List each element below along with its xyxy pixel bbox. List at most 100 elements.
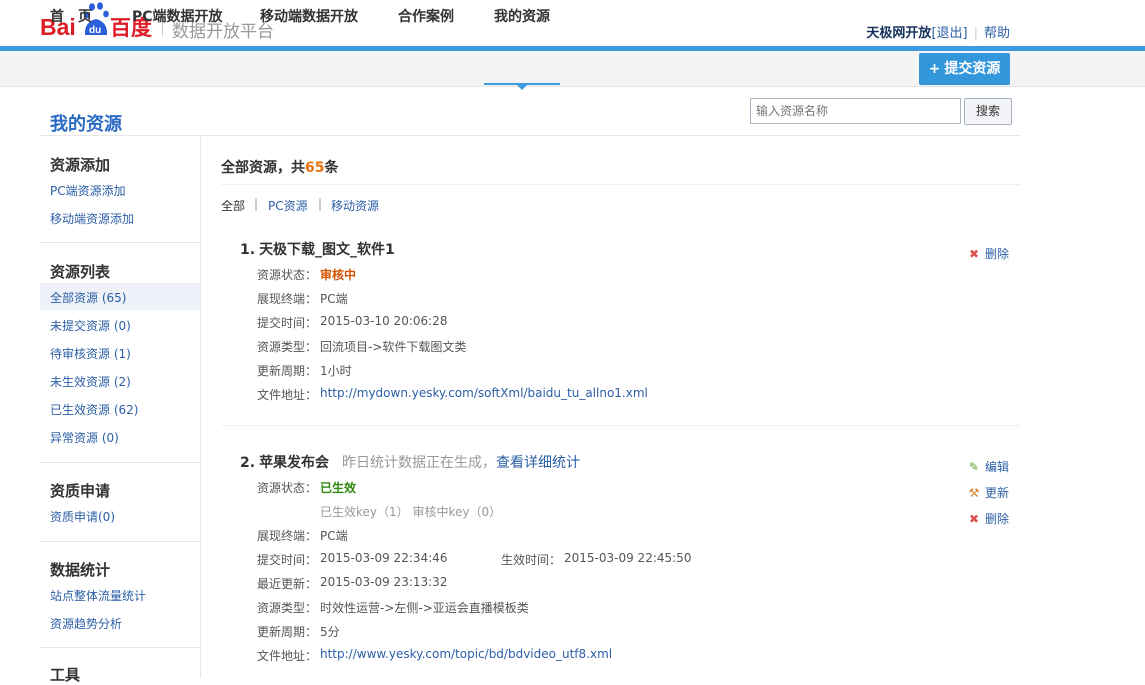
update-label: 更新 (985, 486, 1010, 500)
status-label: 资源状态： (257, 268, 318, 282)
help-link[interactable]: 帮助 (984, 26, 1010, 41)
page-header-divider (40, 135, 1020, 136)
file-url-label: 文件地址： (257, 649, 318, 663)
status-badge: 已生效 (320, 481, 357, 495)
resource-total: 全部资源，共65条 (221, 157, 338, 177)
sidebar-heading-tools: 工具 (50, 666, 81, 684)
stats-generating-note: 昨日统计数据正在生成，查看详细统计 (342, 452, 580, 472)
sidebar-item-abnormal[interactable]: 异常资源 (0) (50, 429, 119, 446)
resource-type-value: 时效性运营->左侧->亚运会直播模板类 (320, 601, 529, 615)
submit-time-label: 提交时间： (257, 316, 318, 330)
resource-name[interactable]: 天极下载_图文_软件1 (259, 242, 395, 258)
nav-mobile-data[interactable]: 移动端数据开放 (260, 0, 358, 35)
delete-button[interactable]: ✖ 删除 (967, 245, 1009, 262)
key-counts: 已生效key（1） 审核中key（0） (320, 505, 502, 519)
sidebar-heading-qualification: 资质申请 (50, 482, 111, 500)
nav-pc-data[interactable]: PC端数据开放 (132, 0, 223, 35)
filter-mobile[interactable]: 移动资源 (331, 197, 379, 214)
sidebar-heading-add: 资源添加 (50, 156, 111, 174)
resource-title: 1. 天极下载_图文_软件1 (240, 239, 395, 259)
total-suffix: 条 (324, 160, 339, 176)
update-cycle-label: 更新周期： (257, 364, 318, 378)
edit-label: 编辑 (985, 460, 1010, 474)
delete-button[interactable]: ✖ 删除 (967, 510, 1009, 527)
edit-icon: ✎ (968, 460, 980, 474)
last-update-label: 最近更新： (257, 577, 318, 591)
resource-type-label: 资源类型： (257, 601, 318, 615)
update-icon: ⚒ (968, 486, 980, 500)
effective-time-value: 2015-03-09 22:45:50 (564, 551, 692, 565)
sidebar-item-effective[interactable]: 已生效资源 (62) (50, 401, 138, 418)
delete-icon: ✖ (968, 512, 980, 526)
user-bar-separator: | (973, 26, 978, 41)
view-stats-link[interactable]: 查看详细统计 (496, 455, 580, 471)
filter-separator: | (254, 197, 259, 211)
search-button[interactable]: 搜索 (964, 98, 1012, 125)
logout-link[interactable]: [退出] (931, 26, 967, 41)
sidebar-item-pending[interactable]: 待审核资源 (1) (50, 345, 131, 362)
terminal-label: 展现终端： (257, 292, 318, 306)
sidebar-divider (40, 462, 200, 463)
sidebar-divider (40, 647, 200, 648)
effective-time-label: 生效时间： (501, 553, 562, 567)
resource-title: 2. 苹果发布会 (240, 452, 329, 472)
filter-pc[interactable]: PC资源 (268, 197, 308, 214)
delete-label: 删除 (985, 247, 1010, 261)
sidebar-item-not-effective[interactable]: 未生效资源 (2) (50, 373, 131, 390)
filter-separator: | (318, 197, 323, 211)
edit-button[interactable]: ✎ 编辑 (967, 458, 1009, 475)
sidebar-item-all[interactable]: 全部资源 (65) (50, 289, 126, 306)
terminal-value: PC端 (320, 529, 348, 543)
nav-my-resources[interactable]: 我的资源 (494, 0, 550, 35)
status-label: 资源状态： (257, 481, 318, 495)
sidebar-item-site-traffic[interactable]: 站点整体流量统计 (50, 587, 146, 604)
main-divider (221, 184, 1020, 185)
plus-icon: + (928, 61, 941, 77)
submit-time-label: 提交时间： (257, 553, 318, 567)
update-cycle-value: 5分 (320, 625, 340, 639)
sidebar-item-mobile-add[interactable]: 移动端资源添加 (50, 210, 134, 227)
sidebar-heading-stats: 数据统计 (50, 561, 111, 579)
delete-label: 删除 (985, 512, 1010, 526)
submit-time-value: 2015-03-09 22:34:46 (320, 551, 448, 565)
resource-index: 1. (240, 242, 256, 258)
status-badge: 审核中 (320, 268, 357, 282)
sidebar-border (200, 136, 201, 678)
resource-search-input[interactable] (750, 98, 961, 124)
sidebar-item-qualification[interactable]: 资质申请(0) (50, 508, 115, 525)
nav-home[interactable]: 首 页 (50, 0, 92, 35)
terminal-value: PC端 (320, 292, 348, 306)
resource-name[interactable]: 苹果发布会 (259, 455, 329, 471)
sidebar-heading-list: 资源列表 (50, 263, 111, 281)
sidebar-item-pc-add[interactable]: PC端资源添加 (50, 182, 126, 199)
submit-resource-label: 提交资源 (944, 61, 1001, 77)
page-title: 我的资源 (50, 114, 122, 135)
file-url-link[interactable]: http://www.yesky.com/topic/bd/bdvideo_ut… (320, 647, 612, 661)
filter-all[interactable]: 全部 (221, 197, 245, 214)
stats-note-text: 昨日统计数据正在生成， (342, 455, 496, 471)
submit-resource-button[interactable]: + 提交资源 (919, 53, 1010, 85)
submit-time-value: 2015-03-10 20:06:28 (320, 314, 448, 328)
update-cycle-label: 更新周期： (257, 625, 318, 639)
user-name-link[interactable]: 天极网开放 (866, 26, 931, 41)
file-url-label: 文件地址： (257, 388, 318, 402)
resource-type-label: 资源类型： (257, 340, 318, 354)
delete-icon: ✖ (968, 247, 980, 261)
nav-cases[interactable]: 合作案例 (398, 0, 454, 35)
file-url-link[interactable]: http://mydown.yesky.com/softXml/baidu_tu… (320, 386, 648, 400)
resource-type-value: 回流项目->软件下载图文类 (320, 340, 467, 354)
terminal-label: 展现终端： (257, 529, 318, 543)
last-update-value: 2015-03-09 23:13:32 (320, 575, 448, 589)
user-bar: 天极网开放[退出] | 帮助 (866, 22, 1010, 41)
sidebar-item-trend-analysis[interactable]: 资源趋势分析 (50, 615, 122, 632)
total-prefix: 全部资源，共 (221, 160, 305, 176)
resource-index: 2. (240, 455, 256, 471)
sidebar-divider (40, 242, 200, 243)
total-count: 65 (305, 160, 325, 176)
sidebar-item-unsubmitted[interactable]: 未提交资源 (0) (50, 317, 131, 334)
update-cycle-value: 1小时 (320, 364, 352, 378)
sidebar-divider (40, 541, 200, 542)
nav-active-arrow-icon (517, 85, 527, 90)
resource-divider (221, 425, 1020, 426)
update-button[interactable]: ⚒ 更新 (967, 484, 1009, 501)
